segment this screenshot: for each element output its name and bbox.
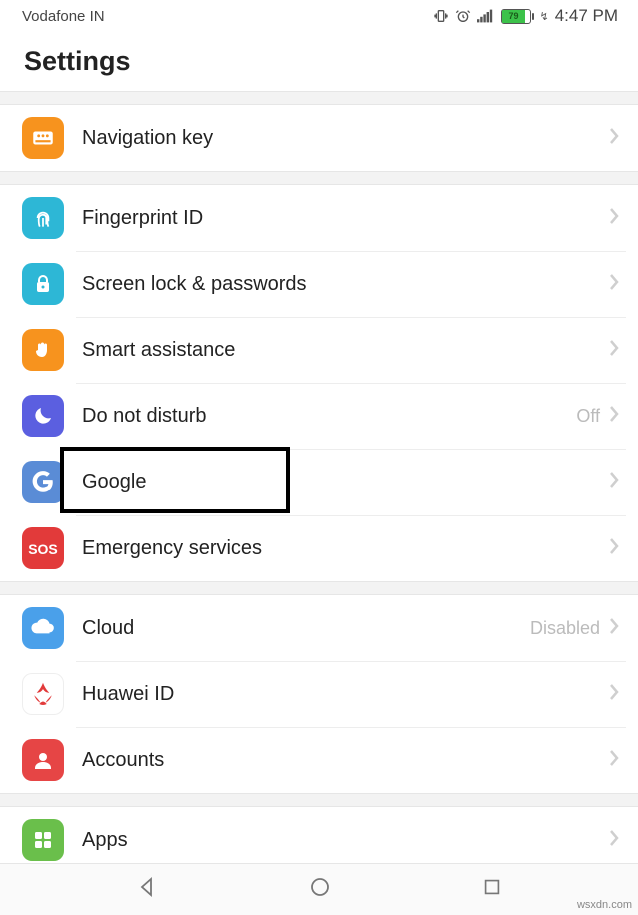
group-divider (0, 793, 638, 807)
row-value: Off (576, 406, 600, 427)
vibrate-icon (433, 8, 449, 24)
settings-group: Cloud Disabled Huawei ID Accounts (0, 595, 638, 793)
chevron-right-icon (608, 338, 620, 363)
lock-icon (22, 263, 64, 305)
moon-icon (22, 395, 64, 437)
settings-row-accounts[interactable]: Accounts (0, 727, 638, 793)
group-divider (0, 581, 638, 595)
group-divider (0, 171, 638, 185)
signal-icon (477, 8, 493, 24)
chevron-right-icon (608, 470, 620, 495)
system-navbar (0, 863, 638, 915)
cloud-icon (22, 607, 64, 649)
charging-icon: ↯ (539, 10, 548, 23)
settings-row-cloud[interactable]: Cloud Disabled (0, 595, 638, 661)
chevron-right-icon (608, 206, 620, 231)
battery-icon: 79 (501, 9, 531, 24)
google-icon (22, 461, 64, 503)
row-label: Navigation key (82, 127, 608, 150)
settings-row-screen-lock[interactable]: Screen lock & passwords (0, 251, 638, 317)
chevron-right-icon (608, 748, 620, 773)
chevron-right-icon (608, 536, 620, 561)
recent-button[interactable] (481, 876, 503, 903)
row-label: Emergency services (82, 537, 608, 560)
chevron-right-icon (608, 682, 620, 707)
fingerprint-icon (22, 197, 64, 239)
settings-group: Fingerprint ID Screen lock & passwords S… (0, 185, 638, 581)
row-label: Apps (82, 829, 608, 852)
chevron-right-icon (608, 828, 620, 853)
accounts-icon (22, 739, 64, 781)
home-button[interactable] (308, 875, 332, 904)
settings-row-huawei-id[interactable]: Huawei ID (0, 661, 638, 727)
settings-row-navigation-key[interactable]: Navigation key (0, 105, 638, 171)
settings-row-fingerprint-id[interactable]: Fingerprint ID (0, 185, 638, 251)
row-value: Disabled (530, 618, 600, 639)
alarm-icon (455, 8, 471, 24)
carrier-label: Vodafone IN (22, 8, 105, 25)
row-label: Do not disturb (82, 405, 576, 428)
row-label: Huawei ID (82, 683, 608, 706)
settings-row-do-not-disturb[interactable]: Do not disturb Off (0, 383, 638, 449)
settings-row-google[interactable]: Google (0, 449, 638, 515)
settings-list: Navigation key Fingerprint ID Screen loc… (0, 91, 638, 873)
nav-key-icon (22, 117, 64, 159)
settings-row-smart-assistance[interactable]: Smart assistance (0, 317, 638, 383)
settings-group: Navigation key (0, 105, 638, 171)
row-label: Accounts (82, 749, 608, 772)
status-bar-right: 79 ↯ 4:47 PM (433, 6, 618, 26)
settings-screen: Vodafone IN 79 ↯ 4:47 PM Settings Naviga… (0, 0, 638, 915)
row-label: Smart assistance (82, 339, 608, 362)
chevron-right-icon (608, 126, 620, 151)
chevron-right-icon (608, 272, 620, 297)
clock-label: 4:47 PM (555, 6, 618, 26)
page-title: Settings (24, 46, 614, 77)
row-label: Cloud (82, 617, 530, 640)
svg-text:SOS: SOS (28, 541, 58, 557)
row-label: Screen lock & passwords (82, 273, 608, 296)
watermark: wsxdn.com (577, 899, 632, 911)
hand-icon (22, 329, 64, 371)
chevron-right-icon (608, 616, 620, 641)
settings-row-emergency[interactable]: SOS Emergency services (0, 515, 638, 581)
settings-header: Settings (0, 30, 638, 91)
huawei-icon (22, 673, 64, 715)
back-button[interactable] (135, 875, 159, 904)
row-label: Google (82, 471, 608, 494)
group-divider (0, 91, 638, 105)
row-label: Fingerprint ID (82, 207, 608, 230)
chevron-right-icon (608, 404, 620, 429)
apps-icon (22, 819, 64, 861)
status-bar: Vodafone IN 79 ↯ 4:47 PM (0, 0, 638, 30)
sos-icon: SOS (22, 527, 64, 569)
